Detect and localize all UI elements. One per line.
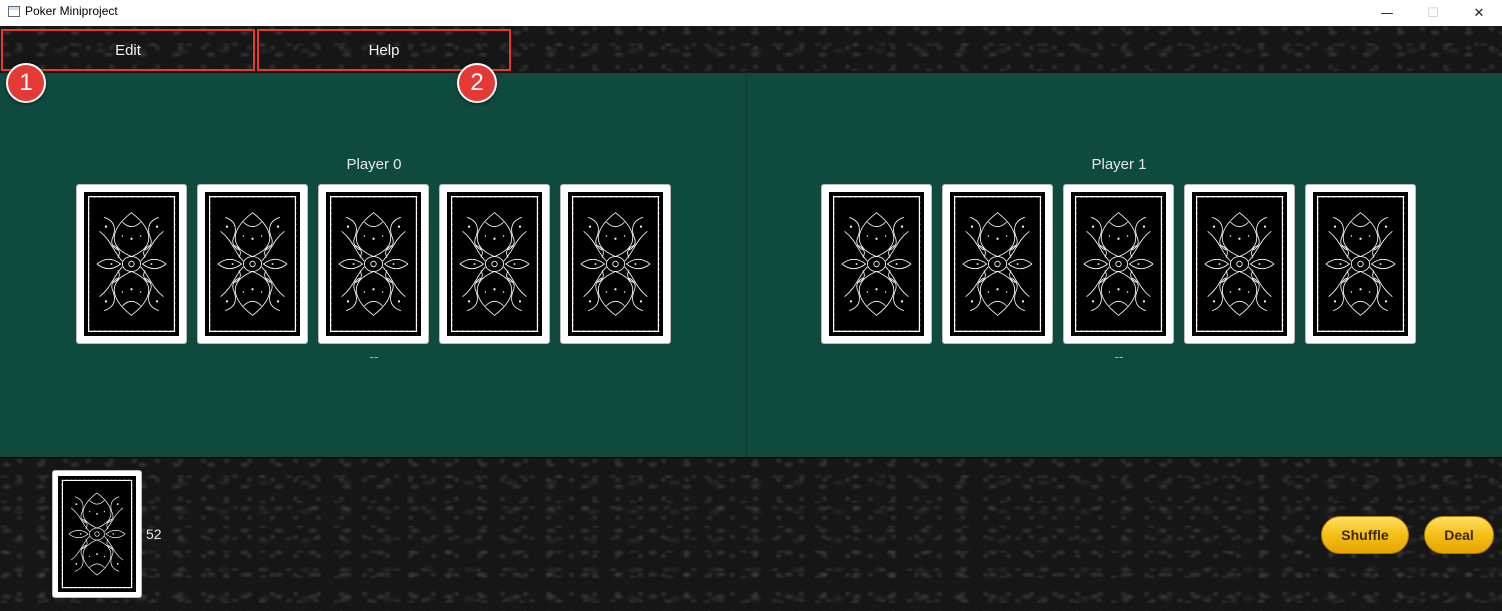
card[interactable]: [1305, 184, 1416, 344]
deck[interactable]: [52, 470, 142, 598]
card-back-pattern: [84, 192, 179, 336]
card-back-pattern: [829, 192, 924, 336]
card[interactable]: [76, 184, 187, 344]
card[interactable]: [197, 184, 308, 344]
app-window-icon: [8, 6, 20, 17]
menu-edit[interactable]: Edit: [1, 29, 255, 71]
card-back-pattern: [568, 192, 663, 336]
card[interactable]: [821, 184, 932, 344]
player-area-1: Player 1 --: [821, 73, 1417, 457]
player-area-0: Player 0 --: [76, 73, 672, 457]
minimize-button[interactable]: —: [1364, 0, 1410, 26]
close-button[interactable]: ✕: [1456, 0, 1502, 26]
player-name: Player 0: [346, 156, 402, 173]
poker-window: Poker Miniproject — ☐ ✕ Edit Help 1 2 Pl…: [0, 0, 1502, 611]
deck-count: 52: [146, 526, 162, 542]
shuffle-button[interactable]: Shuffle: [1321, 516, 1409, 554]
player-hand: [821, 184, 1417, 344]
card[interactable]: [439, 184, 550, 344]
card-back-pattern: [950, 192, 1045, 336]
card[interactable]: [942, 184, 1053, 344]
maximize-button[interactable]: ☐: [1410, 0, 1456, 26]
title-bar: Poker Miniproject — ☐ ✕: [0, 0, 1502, 26]
card-back-pattern: [447, 192, 542, 336]
player-name: Player 1: [1091, 156, 1147, 173]
callout-marker-2: 2: [457, 63, 497, 103]
window-title: Poker Miniproject: [25, 4, 118, 18]
card-back-pattern: [58, 476, 136, 592]
hand-evaluation: --: [369, 349, 379, 364]
card-back-pattern: [1192, 192, 1287, 336]
card-back-pattern: [326, 192, 421, 336]
poker-table: Player 0 -- Player 1 --: [0, 73, 1502, 457]
card[interactable]: [318, 184, 429, 344]
menu-bar: Edit Help: [0, 26, 1502, 73]
callout-marker-1: 1: [6, 63, 46, 103]
player-hand: [76, 184, 672, 344]
card-back-pattern: [1313, 192, 1408, 336]
player-divider: [746, 73, 747, 457]
card-back-pattern: [1071, 192, 1166, 336]
card[interactable]: [560, 184, 671, 344]
card[interactable]: [1063, 184, 1174, 344]
hand-evaluation: --: [1114, 349, 1124, 364]
deal-button[interactable]: Deal: [1424, 516, 1494, 554]
card[interactable]: [1184, 184, 1295, 344]
control-bar: 52 Shuffle Deal: [0, 457, 1502, 611]
card-back-pattern: [205, 192, 300, 336]
